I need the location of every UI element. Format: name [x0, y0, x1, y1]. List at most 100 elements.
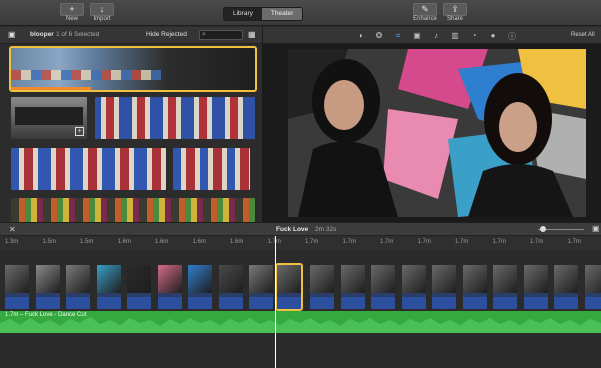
timeline-clip[interactable]	[310, 265, 334, 309]
timeline-clip-audio	[310, 297, 334, 309]
search-input[interactable]: ⌕	[199, 30, 243, 40]
browser-clip[interactable]	[11, 198, 255, 222]
timeline-clip-audio	[35, 297, 60, 309]
event-name: blooper	[30, 31, 54, 38]
timeline-clip-thumbnail	[584, 265, 601, 293]
info-icon[interactable]: ⓘ	[507, 31, 517, 42]
timeline-clip[interactable]	[401, 265, 426, 309]
timeline-clip[interactable]	[371, 265, 395, 309]
stabilization-icon[interactable]: ▣	[412, 31, 422, 40]
ruler-tick: 1.6m	[155, 239, 169, 245]
timeline-clip[interactable]	[188, 265, 212, 309]
timeline-ruler[interactable]: 1.3m 1.5m 1.5m 1.6m 1.6m 1.6m 1.6m 1.7m 1.7m 1.7m…	[0, 236, 601, 250]
timeline-clip-thumbnail	[523, 265, 548, 293]
theater-tab[interactable]: Theater	[261, 8, 303, 20]
enhance-button[interactable]: ✎	[413, 3, 437, 16]
timeline-clip-thumbnail	[249, 265, 273, 293]
timeline-clip-audio	[432, 297, 456, 309]
timeline-clip-audio	[218, 297, 243, 309]
timeline-clip[interactable]	[96, 265, 121, 309]
volume-icon[interactable]: ♪	[431, 31, 441, 40]
browser-clip[interactable]	[11, 148, 166, 190]
audio-waveform	[0, 317, 601, 333]
timeline-clip-audio	[523, 297, 548, 309]
ruler-tick: 1.7m	[342, 239, 356, 245]
timeline-clip-thumbnail	[276, 265, 301, 293]
audio-track[interactable]: 1.7m – Fuck Love - Dance Cut	[0, 311, 601, 333]
timeline-clip[interactable]	[218, 265, 243, 309]
ruler-tick: 1.7m	[530, 239, 544, 245]
timeline-clip[interactable]	[249, 265, 273, 309]
timeline-clip[interactable]	[462, 265, 487, 309]
timeline-clip-audio	[340, 297, 365, 309]
timeline-clip-audio	[584, 297, 601, 309]
ruler-tick: 1.7m	[380, 239, 394, 245]
crop-icon[interactable]: ⌗	[393, 31, 403, 41]
timeline-clip[interactable]	[157, 265, 182, 309]
share-label: Share	[446, 16, 463, 22]
project-title: Fuck Love	[276, 226, 309, 233]
timeline-clip[interactable]	[432, 265, 456, 309]
timeline-clip[interactable]	[35, 265, 60, 309]
clip-appearance-icon[interactable]: ▦	[248, 30, 256, 39]
timeline-clip[interactable]	[493, 265, 517, 309]
timeline-clip[interactable]	[340, 265, 365, 309]
timeline-clip-thumbnail	[401, 265, 426, 293]
ruler-tick: 1.5m	[80, 239, 94, 245]
timeline-clip-thumbnail	[371, 265, 395, 293]
viewer	[262, 44, 601, 222]
project-duration: 2m 32s	[315, 226, 337, 233]
timeline-clip-audio	[127, 297, 151, 309]
import-label: Import	[93, 16, 111, 22]
filter-dropdown[interactable]: Hide Rejected	[146, 31, 187, 38]
timeline-clip[interactable]	[523, 265, 548, 309]
sidebar-toggle-icon[interactable]: ▣	[8, 30, 16, 39]
reset-all-button[interactable]: Reset All	[571, 32, 595, 38]
view-switcher: Library Theater	[223, 7, 304, 21]
speed-icon[interactable]: ◔	[469, 31, 479, 40]
library-tab[interactable]: Library	[224, 8, 262, 20]
viewer-header: ◑ ❂ ⌗ ▣ ♪ ▥ ◔ ● ⓘ Reset All	[262, 27, 601, 44]
color-correction-icon[interactable]: ❂	[374, 31, 384, 40]
timeline-clip[interactable]	[274, 263, 303, 311]
timeline-clip-thumbnail	[188, 265, 212, 293]
video-frame	[288, 49, 586, 217]
import-button[interactable]: ↓	[90, 3, 114, 16]
playhead[interactable]	[275, 236, 276, 368]
timeline-clip-thumbnail	[310, 265, 334, 293]
browser-clip[interactable]	[95, 97, 255, 139]
timeline-clip[interactable]	[5, 265, 29, 309]
toolbar: + New ↓ Import Library Theater ✎ Enhance…	[0, 0, 601, 26]
timeline-clip-audio	[276, 297, 301, 309]
timeline-clip[interactable]	[554, 265, 578, 309]
add-to-project-icon[interactable]: +	[75, 127, 84, 136]
timeline-clip[interactable]	[584, 265, 601, 309]
timeline-clip-thumbnail	[554, 265, 578, 293]
timeline-clip-audio	[493, 297, 517, 309]
timeline-clip-thumbnail	[218, 265, 243, 293]
new-button[interactable]: +	[60, 3, 84, 16]
timeline-clip[interactable]	[66, 265, 90, 309]
close-icon[interactable]: ✕	[9, 225, 16, 234]
color-balance-icon[interactable]: ◑	[355, 31, 365, 40]
browser-header: ▣ blooper 1 of 6 Selected Hide Rejected …	[0, 27, 262, 44]
timeline-settings-icon[interactable]: ▣	[592, 224, 600, 233]
share-button[interactable]: ⇪	[443, 3, 467, 16]
timeline-clip[interactable]	[127, 265, 151, 309]
timeline-clip-audio	[188, 297, 212, 309]
ruler-tick: 1.5m	[42, 239, 56, 245]
audio-track-label: 1.7m – Fuck Love - Dance Cut	[5, 312, 87, 318]
zoom-slider[interactable]	[538, 226, 584, 232]
clip-filter-icon[interactable]: ●	[488, 31, 498, 40]
browser-clip[interactable]: +	[11, 97, 87, 139]
timeline-clip-audio	[157, 297, 182, 309]
zoom-slider-thumb[interactable]	[540, 226, 546, 232]
timeline-clip-thumbnail	[432, 265, 456, 293]
ruler-tick: 1.7m	[455, 239, 469, 245]
timeline: 1.7m – Fuck Love - Dance Cut	[0, 250, 601, 368]
browser-clip[interactable]	[173, 148, 250, 190]
noise-reduction-icon[interactable]: ▥	[450, 31, 460, 40]
browser-clip-selected[interactable]	[9, 46, 257, 92]
ruler-tick: 1.7m	[567, 239, 581, 245]
timeline-clip-thumbnail	[127, 265, 151, 293]
